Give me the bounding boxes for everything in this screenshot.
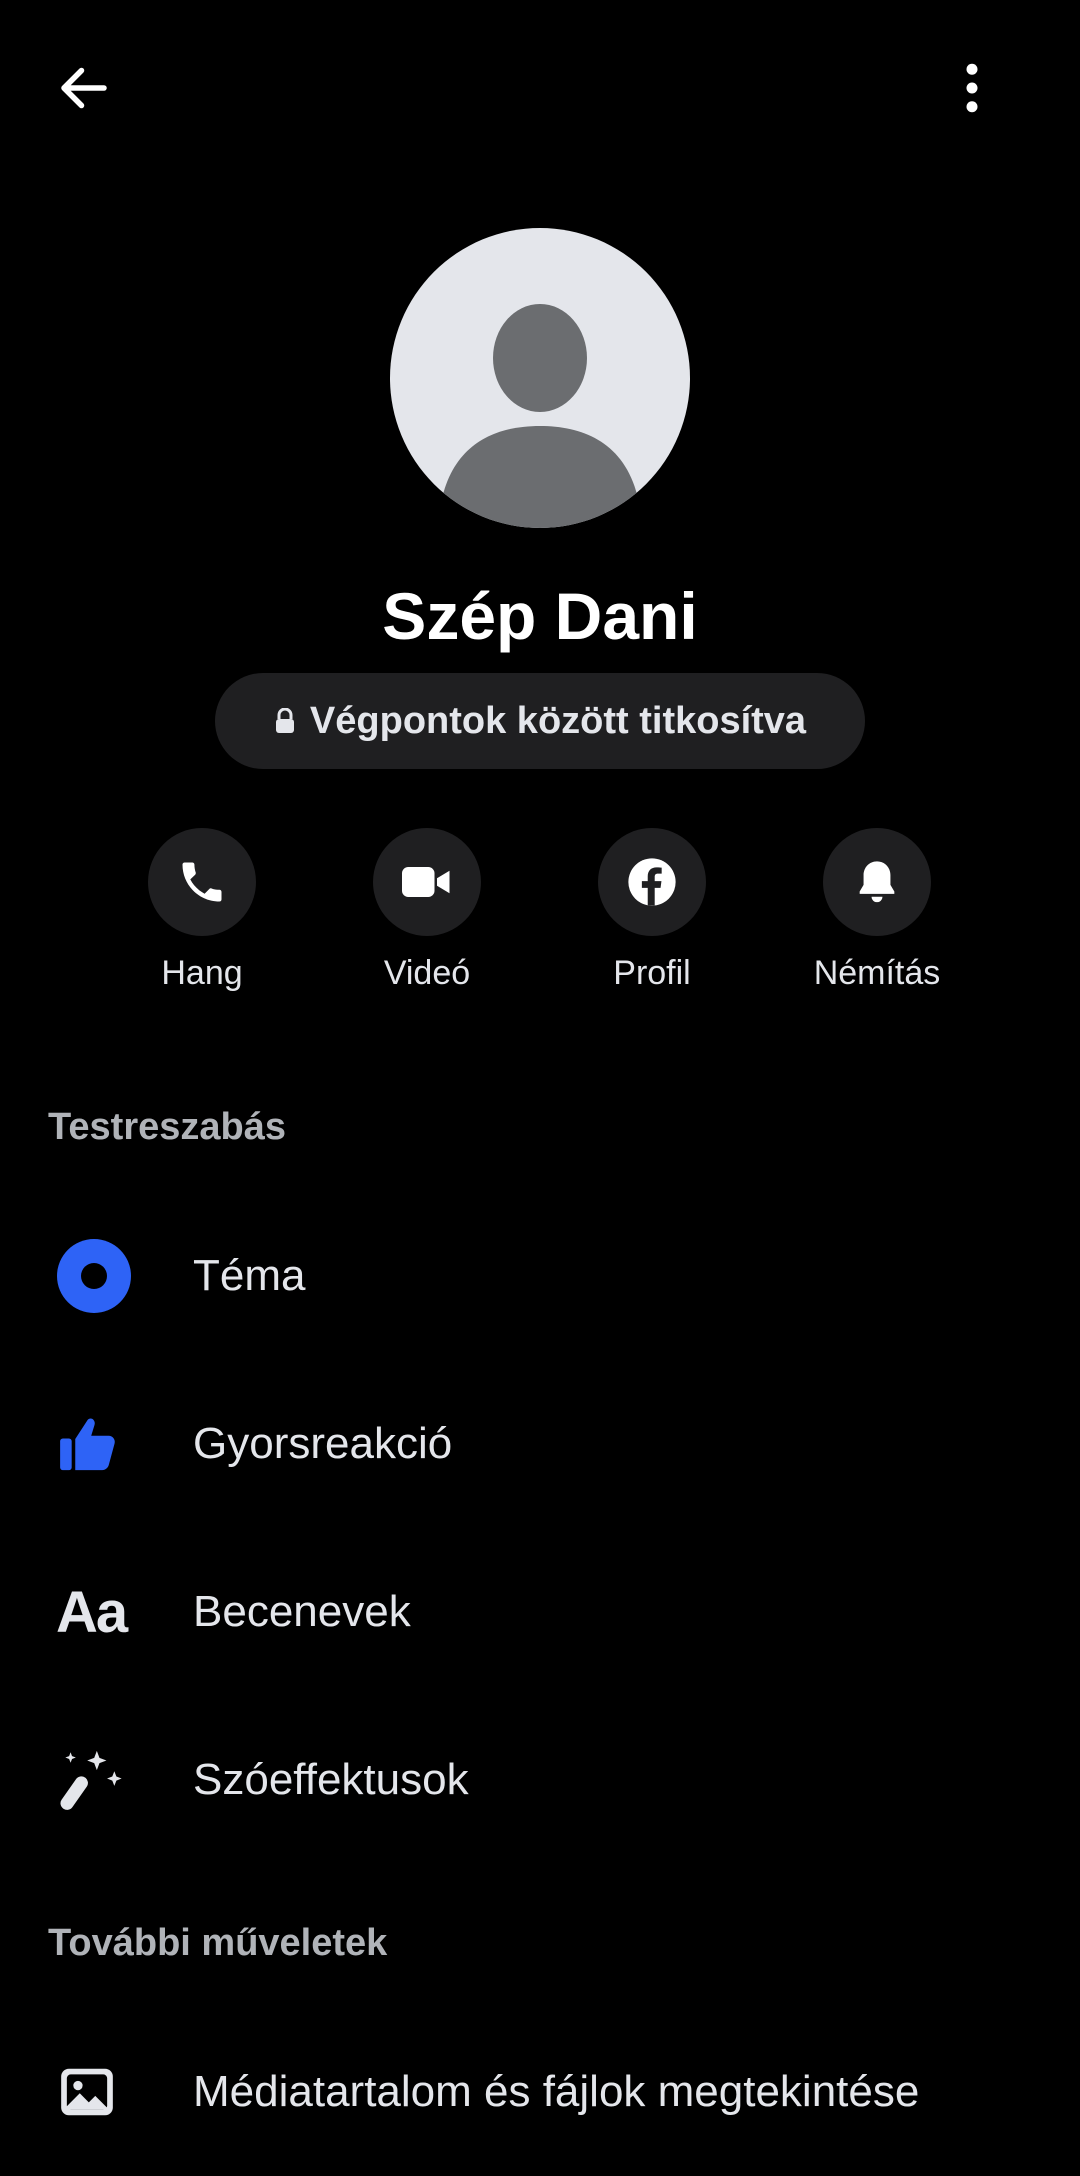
more-options-button[interactable] [928,44,1016,132]
encryption-badge[interactable]: Végpontok között titkosítva [215,673,865,769]
profile-circle[interactable] [598,828,706,936]
mute-button[interactable]: Némítás [767,828,987,993]
profile-label: Profil [613,954,691,992]
thumbs-up-icon-wrap [56,1404,122,1484]
row-theme[interactable]: Téma [0,1196,1080,1356]
image-icon [61,2068,113,2116]
arrow-left-icon [61,67,107,109]
theme-icon [57,1239,131,1313]
aa-text-icon: Aa [56,1572,128,1652]
more-vertical-icon [966,63,978,113]
back-button[interactable] [40,44,128,132]
row-word-effects-label: Szóeffektusok [193,1755,469,1804]
magic-wand-icon [60,1750,122,1810]
row-theme-label: Téma [193,1251,306,1300]
row-view-media-files-label: Médiatartalom és fájlok megtekintése [193,2067,920,2116]
audio-call-label: Hang [161,954,243,992]
mute-circle[interactable] [823,828,931,936]
row-view-media-files[interactable]: Médiatartalom és fájlok megtekintése [0,2012,1080,2172]
thumbs-up-icon [60,1418,115,1471]
lock-icon [275,708,294,733]
video-camera-icon [402,867,450,897]
row-nicknames[interactable]: Aa Becenevek [0,1532,1080,1692]
row-word-effects[interactable]: Szóeffektusok [0,1700,1080,1860]
row-nicknames-label: Becenevek [193,1587,411,1636]
video-call-label: Videó [383,954,471,992]
row-quick-reaction-label: Gyorsreakció [193,1419,453,1468]
encryption-label: Végpontok között titkosítva [309,699,807,742]
row-quick-reaction[interactable]: Gyorsreakció [0,1364,1080,1524]
video-call-button[interactable]: Videó [317,828,537,993]
facebook-icon [628,858,676,906]
audio-call-circle[interactable] [148,828,256,936]
phone-icon [182,862,222,902]
audio-call-button[interactable]: Hang [92,828,312,993]
section-title-customization: Testreszabás [48,1106,286,1148]
quick-actions: Hang Videó Profil Némítás [0,828,1080,1008]
aa-glyph: Aa [56,1579,128,1645]
default-avatar-icon [438,304,642,528]
avatar[interactable] [390,228,690,528]
profile-button[interactable]: Profil [542,828,762,993]
section-title-more-actions: További műveletek [48,1922,388,1964]
top-bar [0,0,1080,170]
magic-wand-icon-wrap [56,1740,126,1820]
contact-name: Szép Dani [382,579,698,653]
mute-label: Némítás [813,954,941,992]
bell-icon [859,861,895,903]
video-call-circle[interactable] [373,828,481,936]
theme-icon-wrap [56,1236,132,1316]
image-icon-wrap [56,2052,118,2132]
